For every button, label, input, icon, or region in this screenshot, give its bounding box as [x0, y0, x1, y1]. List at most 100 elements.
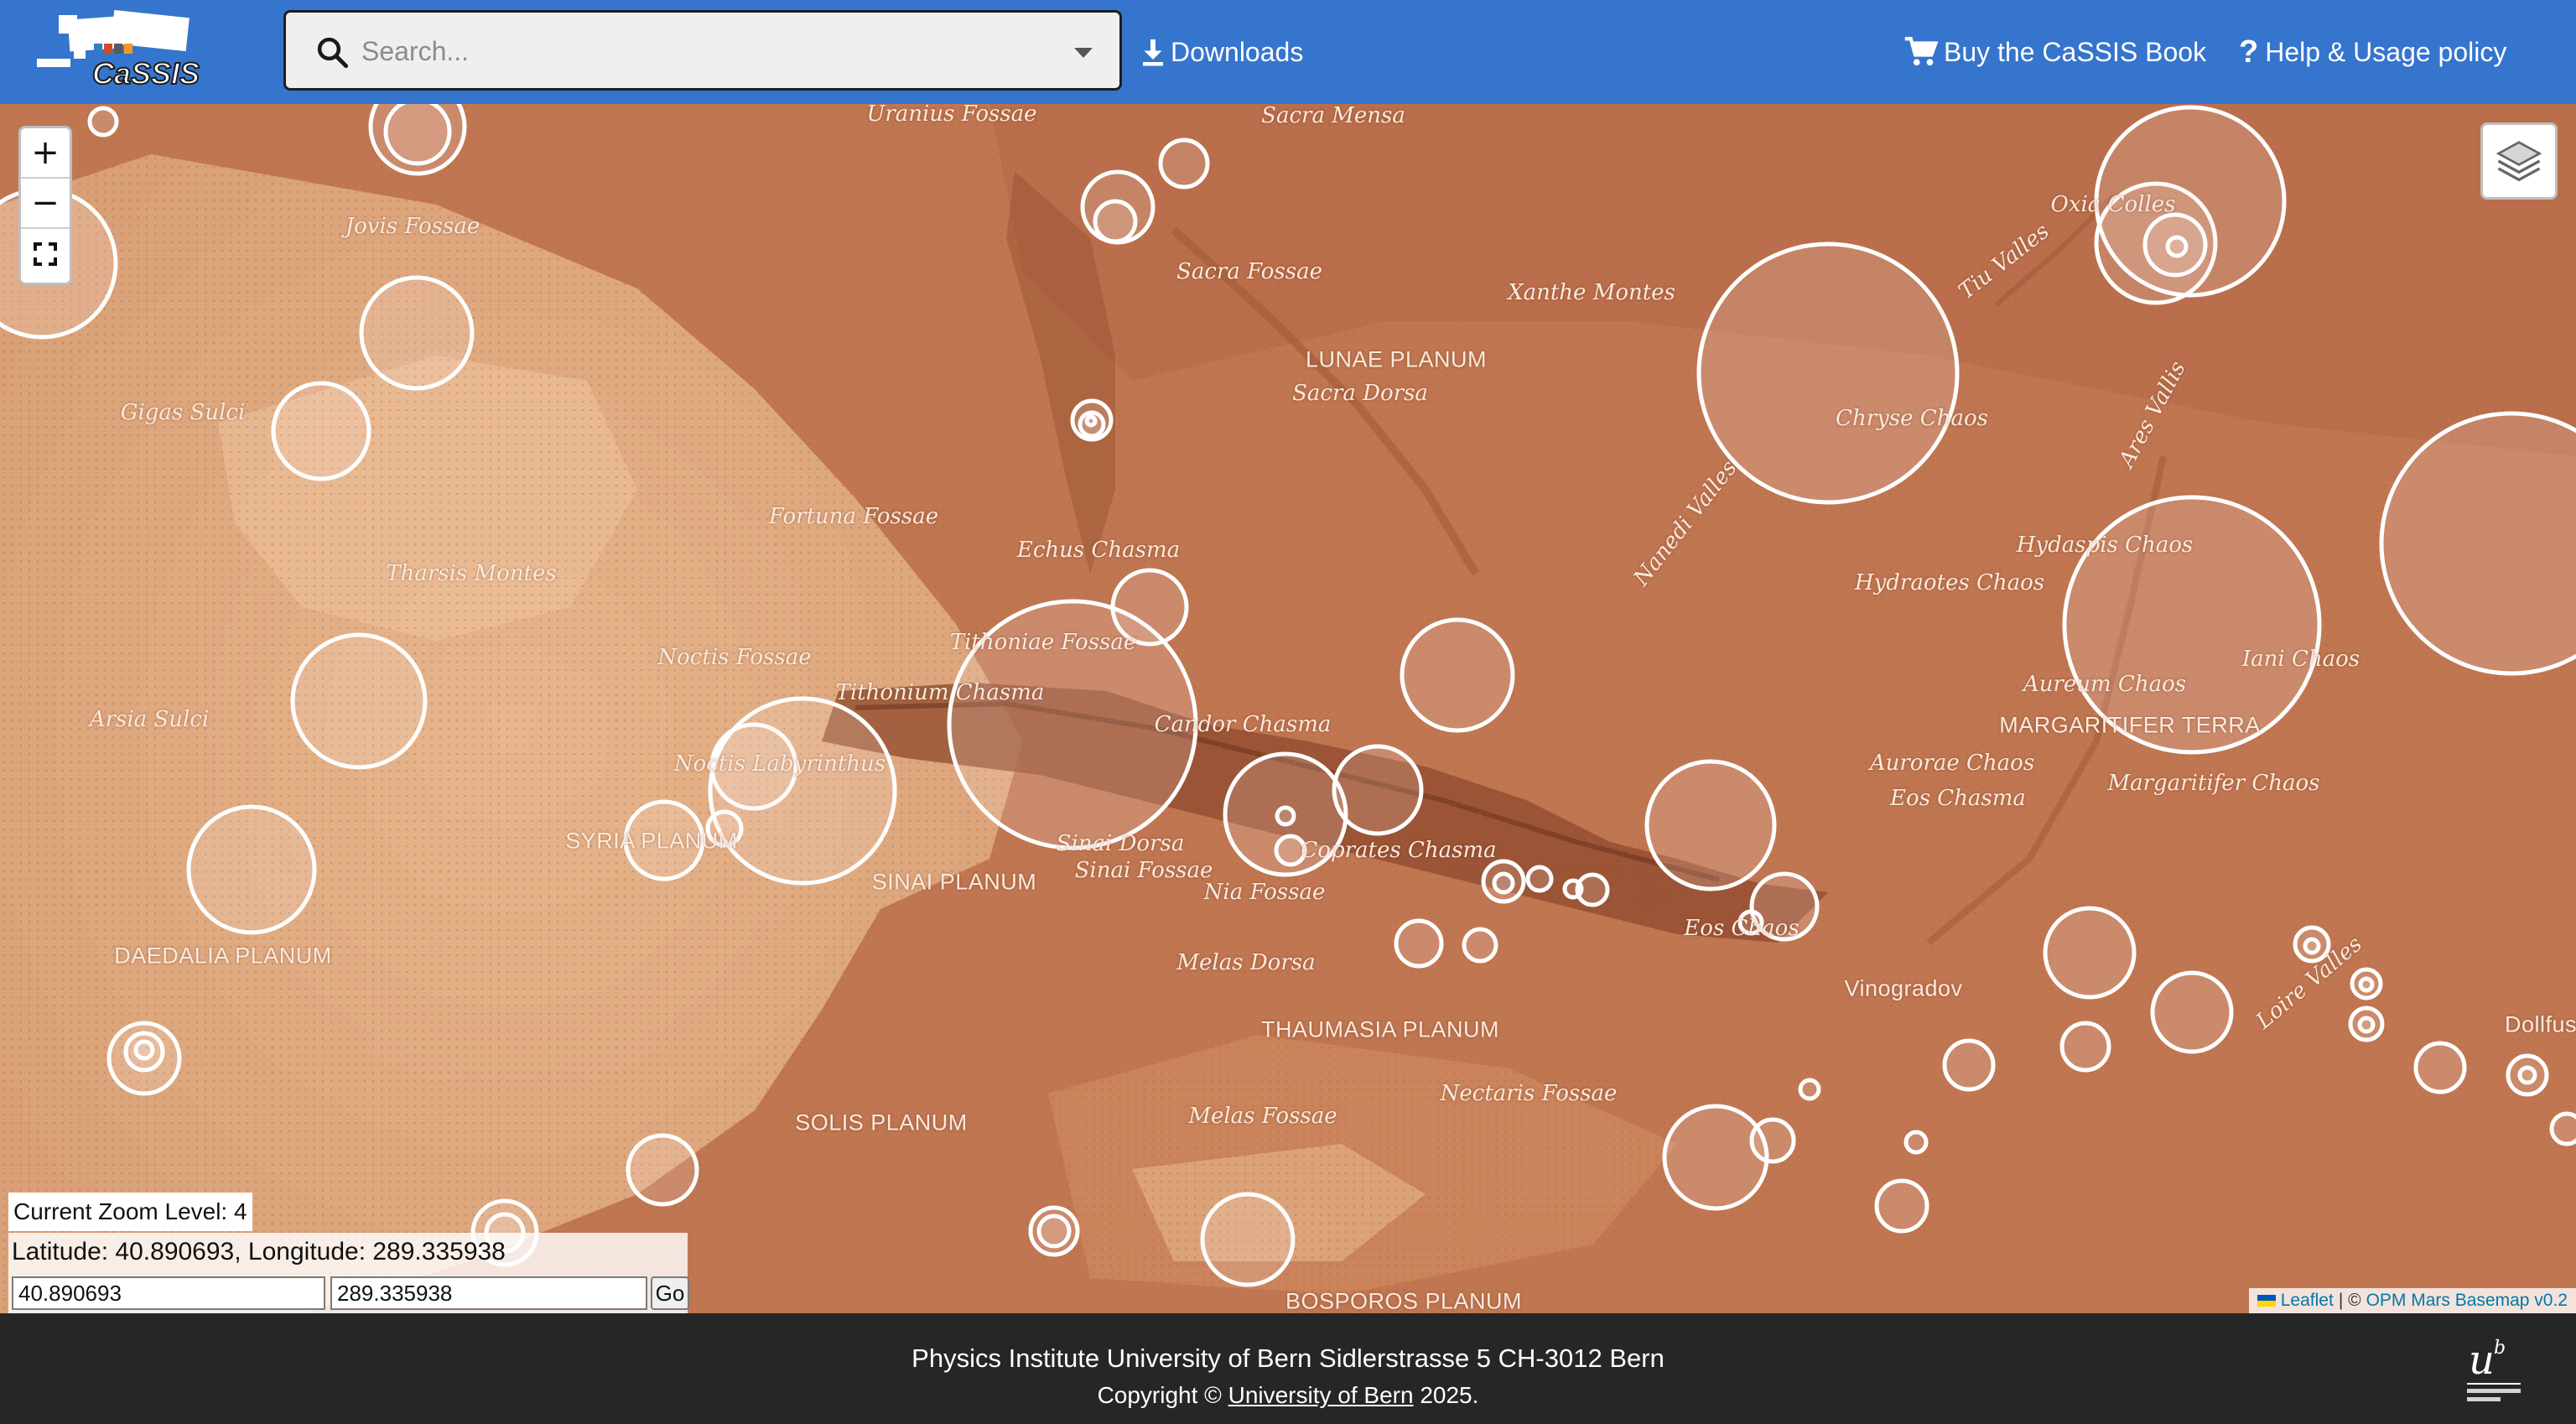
zoom-level-display: Current Zoom Level: 4 [8, 1193, 252, 1231]
footprint-marker [87, 106, 119, 138]
layers-button[interactable] [2480, 122, 2558, 200]
cart-icon [1904, 37, 1939, 66]
top-navbar: CaSSIS Downloads Buy the CaSSIS Book ? H… [0, 0, 2576, 104]
footprint-marker [1158, 138, 1210, 190]
map-label: Sacra Mensa [1261, 104, 1405, 128]
map-label: SOLIS PLANUM [795, 1110, 968, 1136]
map-label: LUNAE PLANUM [1305, 346, 1488, 372]
attribution-separator: | © [2338, 1291, 2361, 1310]
footprint-marker [2303, 937, 2321, 955]
footprint-marker [1644, 759, 1777, 891]
map-label: Gigas Sulci [120, 400, 246, 425]
footer-copyright: Copyright © University of Bern 2025. [0, 1382, 2576, 1409]
copyright-prefix: Copyright © [1097, 1382, 1222, 1408]
map-label: Vinogradov [1844, 975, 1963, 1001]
map-label: Tithonium Chasma [835, 680, 1045, 705]
footprint-marker [1275, 805, 1296, 827]
map-label: Nia Fossae [1203, 880, 1326, 905]
footprint-marker [2517, 1065, 2537, 1085]
map-label: Hydaspis Chaos [2016, 533, 2194, 558]
map-label: Candor Chasma [1154, 712, 1332, 737]
footprint-marker [708, 696, 897, 886]
footprint-marker [1874, 1178, 1929, 1234]
help-label: Help & Usage policy [2265, 36, 2507, 67]
map-label: Tharsis Montes [386, 561, 557, 586]
ukraine-flag-icon [2257, 1295, 2276, 1307]
go-button[interactable]: Go [651, 1276, 689, 1310]
footprint-marker [1696, 242, 1960, 505]
map-label: Tithoniae Fossae [949, 630, 1137, 655]
map-label: Sacra Dorsa [1292, 381, 1428, 406]
coordinates-readout: Latitude: 40.890693, Longitude: 289.3359… [12, 1238, 506, 1265]
mars-basemap[interactable] [0, 104, 2576, 1313]
map-label: Oxia Colles [2050, 192, 2176, 217]
map-label: MARGARITIFER TERRA [1999, 712, 2261, 738]
help-link[interactable]: ? Help & Usage policy [2239, 29, 2506, 75]
map-label: Fortuna Fossae [768, 504, 939, 529]
footprint-marker [383, 104, 452, 166]
map-label: Arsia Sulci [89, 707, 210, 732]
cassis-logo[interactable]: CaSSIS [37, 9, 268, 91]
map-label: Chryse Chaos [1836, 406, 1988, 431]
footprint-marker [1492, 871, 1515, 895]
chevron-down-icon[interactable] [1074, 48, 1093, 58]
footprint-marker [1525, 865, 1554, 893]
map-label: Noctis Fossae [657, 645, 812, 670]
footprint-marker [290, 632, 428, 770]
map-label: Margaritifer Chaos [2107, 771, 2320, 796]
footprint-marker [1400, 617, 1515, 733]
footprint-marker [1662, 1104, 1769, 1211]
footprint-marker [1903, 1130, 1929, 1155]
search-input[interactable] [361, 28, 1032, 75]
zoom-control: + − [18, 126, 72, 285]
footprint-marker [1036, 1214, 1072, 1249]
footprint-marker [2150, 970, 2234, 1054]
map-label: THAUMASIA PLANUM [1260, 1016, 1500, 1042]
fullscreen-icon [34, 242, 57, 266]
svg-text:u: u [2469, 1337, 2495, 1384]
basemap-link[interactable]: OPM Mars Basemap v0.2 [2366, 1291, 2568, 1311]
zoom-in-button[interactable]: + [21, 128, 70, 179]
zoom-out-button[interactable]: − [21, 179, 70, 229]
logo-text: CaSSIS [92, 56, 200, 91]
leaflet-link[interactable]: Leaflet [2281, 1291, 2334, 1311]
buy-book-link[interactable]: Buy the CaSSIS Book [1903, 29, 2206, 75]
help-icon: ? [2239, 34, 2259, 70]
footprint-marker [2358, 976, 2375, 993]
map-label: Eos Chasma [1890, 786, 2026, 811]
footprint-marker [2357, 1016, 2376, 1034]
footprint-marker [2043, 906, 2137, 1000]
footprint-marker [1942, 1038, 1996, 1092]
map-label: Melas Dorsa [1176, 950, 1316, 975]
footprint-marker [359, 275, 475, 391]
map-label: Echus Chasma [1016, 538, 1181, 563]
footprint-marker [2549, 1111, 2576, 1146]
downloads-label: Downloads [1171, 36, 1304, 67]
map-label: Xanthe Montes [1508, 280, 1675, 305]
map-label: DAEDALIA PLANUM [114, 943, 332, 969]
map-label: Melas Fossae [1188, 1104, 1337, 1129]
university-link[interactable]: University of Bern [1228, 1382, 1414, 1408]
map-label: SYRIA PLANUM [565, 828, 738, 854]
search-icon [317, 37, 349, 69]
map-label: Sacra Fossae [1176, 259, 1322, 284]
footprint-marker [1200, 1192, 1296, 1287]
mars-map[interactable]: Uranius Fossae Sacra Mensa Jovis Fossae … [0, 104, 2576, 1313]
footer: Physics Institute University of Bern Sid… [0, 1313, 2576, 1424]
map-label: Aureum Chaos [2023, 672, 2187, 697]
search-bar[interactable] [283, 10, 1122, 91]
longitude-input[interactable] [330, 1276, 647, 1310]
footprint-marker [2165, 235, 2189, 258]
map-label: Dollfus [2504, 1011, 2576, 1037]
footer-address: Physics Institute University of Bern Sid… [911, 1343, 1665, 1373]
footprint-marker [2413, 1041, 2467, 1094]
map-label: BOSPOROS PLANUM [1285, 1288, 1523, 1314]
footprint-marker [186, 804, 317, 935]
footprint-marker [1462, 927, 1498, 964]
latitude-input[interactable] [12, 1276, 325, 1310]
svg-text:b: b [2494, 1338, 2506, 1359]
fullscreen-button[interactable] [21, 229, 70, 279]
unibe-logo[interactable]: u b [2467, 1332, 2559, 1416]
footprint-marker [1093, 199, 1138, 244]
downloads-link[interactable]: Downloads [1140, 29, 1303, 75]
